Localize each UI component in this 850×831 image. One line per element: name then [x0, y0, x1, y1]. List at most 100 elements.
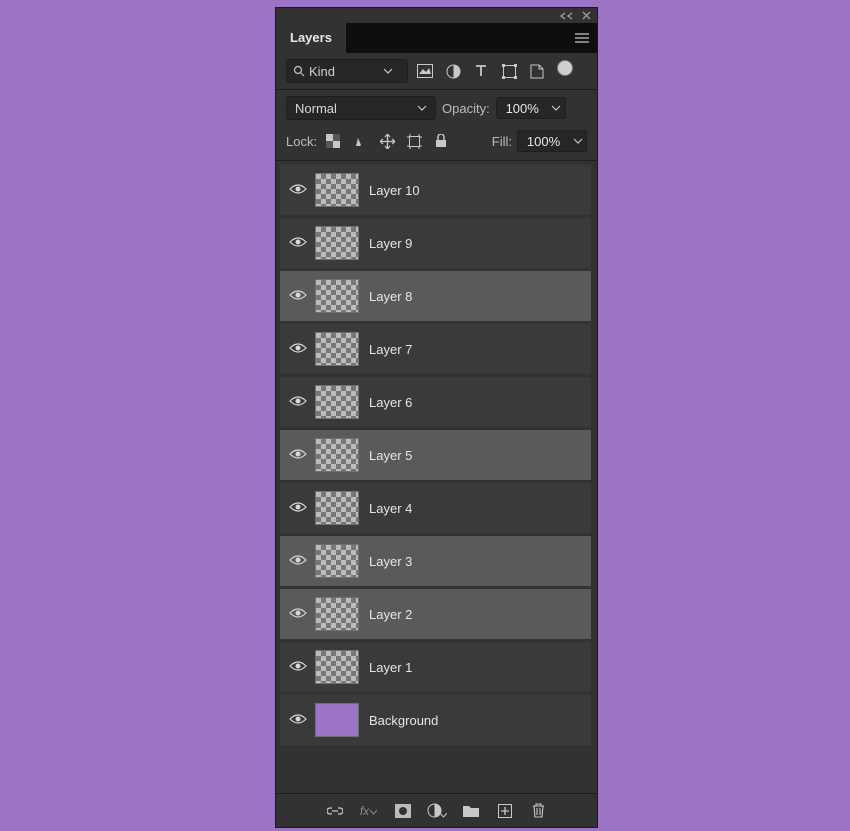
lock-all-icon[interactable]	[430, 130, 452, 152]
chevron-down-icon	[383, 66, 393, 76]
filter-smartobject-icon[interactable]	[526, 60, 548, 82]
lock-transparency-icon[interactable]	[322, 130, 344, 152]
chevron-down-icon	[417, 103, 427, 113]
layer-row[interactable]: Layer 1	[280, 642, 591, 692]
fill-value: 100%	[527, 134, 560, 149]
layer-thumbnail[interactable]	[315, 332, 359, 366]
eye-icon	[289, 554, 307, 569]
layer-row[interactable]: Layer 9	[280, 218, 591, 268]
layer-name[interactable]: Layer 9	[369, 236, 412, 251]
layer-row[interactable]: Background	[280, 695, 591, 745]
layer-thumbnail[interactable]	[315, 173, 359, 207]
new-group-button[interactable]	[461, 801, 481, 821]
panel-menu-button[interactable]	[567, 23, 597, 53]
layer-name[interactable]: Background	[369, 713, 438, 728]
tab-spacer	[346, 23, 567, 53]
layer-thumbnail[interactable]	[315, 279, 359, 313]
opacity-input[interactable]: 100%	[496, 97, 548, 119]
visibility-toggle[interactable]	[281, 342, 315, 357]
layer-thumbnail[interactable]	[315, 703, 359, 737]
lock-fill-row: Lock: Fill: 100%	[276, 126, 597, 160]
search-icon	[293, 65, 305, 77]
visibility-toggle[interactable]	[281, 660, 315, 675]
opacity-value: 100%	[506, 101, 539, 116]
lock-position-icon[interactable]	[376, 130, 398, 152]
layer-row[interactable]: Layer 7	[280, 324, 591, 374]
filter-pixel-icon[interactable]	[414, 60, 436, 82]
layer-row[interactable]: Layer 8	[280, 271, 591, 321]
layers-list: Layer 10 Layer 9 Layer 8 Layer 7 Layer 6 Laye…	[276, 161, 597, 793]
eye-icon	[289, 660, 307, 675]
lock-artboard-icon[interactable]	[403, 130, 425, 152]
delete-layer-button[interactable]	[529, 801, 549, 821]
layer-name[interactable]: Layer 2	[369, 607, 412, 622]
layer-name[interactable]: Layer 4	[369, 501, 412, 516]
new-layer-button[interactable]	[495, 801, 515, 821]
visibility-toggle[interactable]	[281, 183, 315, 198]
layer-thumbnail[interactable]	[315, 597, 359, 631]
visibility-toggle[interactable]	[281, 554, 315, 569]
visibility-toggle[interactable]	[281, 501, 315, 516]
eye-icon	[289, 448, 307, 463]
visibility-toggle[interactable]	[281, 395, 315, 410]
add-mask-button[interactable]	[393, 801, 413, 821]
chevron-down-icon	[573, 136, 583, 146]
filter-shape-icon[interactable]	[498, 60, 520, 82]
filter-row	[276, 53, 597, 89]
visibility-toggle[interactable]	[281, 448, 315, 463]
filter-toggle[interactable]	[554, 60, 576, 82]
filter-kind-input[interactable]	[309, 64, 379, 79]
layer-row[interactable]: Layer 2	[280, 589, 591, 639]
layer-fx-button[interactable]: fx	[359, 801, 379, 821]
eye-icon	[289, 342, 307, 357]
layers-panel: Layers	[275, 7, 598, 828]
layer-name[interactable]: Layer 5	[369, 448, 412, 463]
link-layers-icon[interactable]	[325, 801, 345, 821]
layer-name[interactable]: Layer 7	[369, 342, 412, 357]
layer-thumbnail[interactable]	[315, 650, 359, 684]
eye-icon	[289, 395, 307, 410]
layer-row[interactable]: Layer 4	[280, 483, 591, 533]
visibility-toggle[interactable]	[281, 607, 315, 622]
close-icon[interactable]	[582, 11, 591, 20]
blend-mode-value: Normal	[295, 101, 337, 116]
layer-thumbnail[interactable]	[315, 544, 359, 578]
layer-name[interactable]: Layer 1	[369, 660, 412, 675]
add-adjustment-button[interactable]	[427, 801, 447, 821]
filter-adjustment-icon[interactable]	[442, 60, 464, 82]
eye-icon	[289, 183, 307, 198]
tab-label: Layers	[290, 30, 332, 45]
fill-input[interactable]: 100%	[517, 130, 569, 152]
lock-image-icon[interactable]	[349, 130, 371, 152]
filter-kind-select[interactable]	[286, 59, 408, 83]
visibility-toggle[interactable]	[281, 236, 315, 251]
layer-thumbnail[interactable]	[315, 226, 359, 260]
bottom-bar: fx	[276, 793, 597, 827]
collapse-icon[interactable]	[560, 12, 574, 20]
eye-icon	[289, 713, 307, 728]
layer-name[interactable]: Layer 10	[369, 183, 420, 198]
panel-topbar	[276, 8, 597, 23]
eye-icon	[289, 289, 307, 304]
layer-row[interactable]: Layer 6	[280, 377, 591, 427]
fill-label: Fill:	[492, 134, 512, 149]
visibility-toggle[interactable]	[281, 713, 315, 728]
layer-name[interactable]: Layer 3	[369, 554, 412, 569]
eye-icon	[289, 607, 307, 622]
blend-mode-select[interactable]: Normal	[286, 96, 436, 120]
layer-name[interactable]: Layer 6	[369, 395, 412, 410]
layer-row[interactable]: Layer 5	[280, 430, 591, 480]
layer-row[interactable]: Layer 10	[280, 165, 591, 215]
layer-row[interactable]: Layer 3	[280, 536, 591, 586]
eye-icon	[289, 501, 307, 516]
filter-type-icon[interactable]	[470, 60, 492, 82]
eye-icon	[289, 236, 307, 251]
fill-stepper[interactable]	[569, 130, 587, 152]
tab-layers[interactable]: Layers	[276, 24, 346, 52]
layer-name[interactable]: Layer 8	[369, 289, 412, 304]
layer-thumbnail[interactable]	[315, 385, 359, 419]
layer-thumbnail[interactable]	[315, 438, 359, 472]
visibility-toggle[interactable]	[281, 289, 315, 304]
opacity-stepper[interactable]	[548, 97, 566, 119]
layer-thumbnail[interactable]	[315, 491, 359, 525]
